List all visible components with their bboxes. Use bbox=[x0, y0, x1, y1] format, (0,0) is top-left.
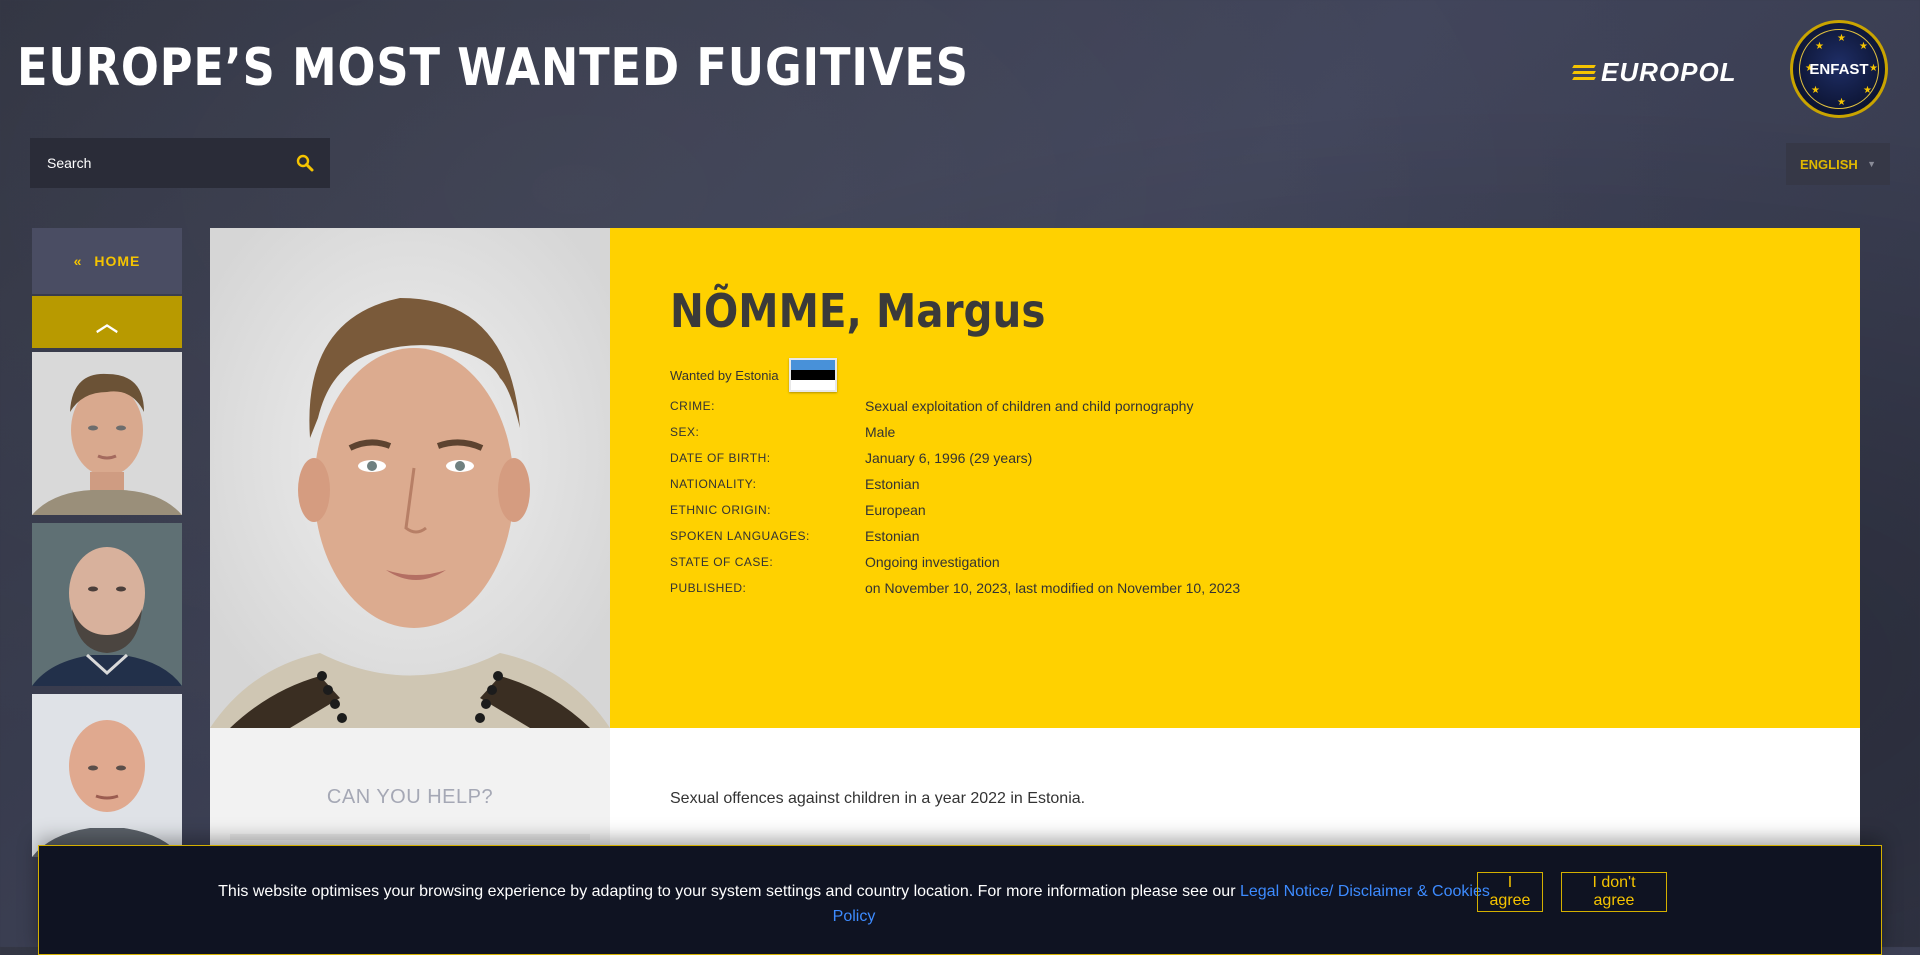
fact-row-crime: CRIME: Sexual exploitation of children a… bbox=[670, 393, 1240, 419]
sidebar: « HOME ︿ bbox=[32, 228, 182, 857]
fact-value: Estonian bbox=[865, 528, 920, 544]
cookie-banner: This website optimises your browsing exp… bbox=[38, 845, 1882, 955]
cookie-message-text: This website optimises your browsing exp… bbox=[218, 883, 1240, 900]
fact-row-published: PUBLISHED: on November 10, 2023, last mo… bbox=[670, 575, 1240, 601]
case-description: Sexual offences against children in a ye… bbox=[670, 790, 1086, 807]
fact-value: European bbox=[865, 502, 926, 518]
cookie-message: This website optimises your browsing exp… bbox=[209, 879, 1499, 929]
fugitive-name: NÕMME, Margus bbox=[670, 284, 1046, 338]
fugitive-profile-card: NÕMME, Margus Wanted by Estonia CRIME: S… bbox=[210, 228, 1860, 947]
search-box bbox=[30, 138, 330, 188]
search-icon[interactable] bbox=[295, 153, 315, 173]
page-title: EUROPE’S MOST WANTED FUGITIVES bbox=[17, 38, 969, 98]
caret-down-icon: ▼ bbox=[1867, 159, 1876, 169]
flag-band bbox=[790, 370, 835, 380]
fugitive-facts-table: CRIME: Sexual exploitation of children a… bbox=[670, 393, 1240, 601]
language-selected: ENGLISH bbox=[1800, 156, 1858, 172]
fugitive-thumbnail[interactable] bbox=[32, 694, 182, 857]
fact-value: Sexual exploitation of children and chil… bbox=[865, 398, 1194, 414]
fact-label: PUBLISHED: bbox=[670, 581, 747, 595]
europol-logo[interactable]: EUROPOL bbox=[1572, 56, 1737, 87]
europol-mark-icon bbox=[1572, 63, 1596, 81]
disagree-button[interactable]: I don't agree bbox=[1561, 872, 1667, 912]
home-label: HOME bbox=[94, 253, 141, 269]
can-you-help-title: CAN YOU HELP? bbox=[326, 786, 494, 808]
chevron-up-icon: ︿ bbox=[95, 311, 118, 336]
fact-value: Male bbox=[865, 424, 896, 440]
fact-row-date-of-birth: DATE OF BIRTH: January 6, 1996 (29 years… bbox=[670, 445, 1240, 471]
europol-logo-text: EUROPOL bbox=[1601, 56, 1737, 87]
fact-label: CRIME: bbox=[670, 399, 715, 413]
fact-value: on November 10, 2023, last modified on N… bbox=[865, 580, 1241, 596]
fugitive-thumbnail[interactable] bbox=[32, 523, 182, 686]
wanted-by-label: Wanted by Estonia bbox=[670, 367, 779, 383]
estonia-flag-icon bbox=[788, 358, 837, 392]
fact-label: ETHNIC ORIGIN: bbox=[670, 503, 772, 517]
scroll-up-button[interactable]: ︿ bbox=[32, 296, 182, 348]
search-input[interactable] bbox=[45, 154, 295, 172]
fact-row-state-of-case: STATE OF CASE: Ongoing investigation bbox=[670, 549, 1240, 575]
fact-label: SPOKEN LANGUAGES: bbox=[670, 529, 810, 543]
fact-value: Estonian bbox=[865, 476, 920, 492]
double-chevron-left-icon: « bbox=[73, 253, 83, 269]
fact-row-spoken-languages: SPOKEN LANGUAGES: Estonian bbox=[670, 523, 1240, 549]
fact-value: Ongoing investigation bbox=[865, 554, 1000, 570]
fugitive-info-panel: NÕMME, Margus Wanted by Estonia CRIME: S… bbox=[610, 228, 1860, 728]
enfast-logo[interactable]: ★ ★ ★ ★ ★ ★ ★ ★ ENFAST bbox=[1790, 20, 1888, 118]
fact-label: STATE OF CASE: bbox=[670, 555, 774, 569]
fact-value: January 6, 1996 (29 years) bbox=[865, 450, 1033, 466]
fugitive-thumbnail[interactable] bbox=[32, 352, 182, 515]
fugitive-photo bbox=[210, 228, 610, 728]
help-divider bbox=[230, 834, 590, 840]
fact-label: DATE OF BIRTH: bbox=[670, 451, 771, 465]
fact-row-ethnic-origin: ETHNIC ORIGIN: European bbox=[670, 497, 1240, 523]
flag-band bbox=[790, 360, 835, 370]
home-button[interactable]: « HOME bbox=[32, 228, 182, 294]
fact-row-sex: SEX: Male bbox=[670, 419, 1240, 445]
fact-label: NATIONALITY: bbox=[670, 477, 757, 491]
wanted-by: Wanted by Estonia bbox=[670, 358, 837, 392]
enfast-logo-text: ENFAST bbox=[1809, 60, 1869, 78]
flag-band bbox=[790, 380, 835, 390]
fact-row-nationality: NATIONALITY: Estonian bbox=[670, 471, 1240, 497]
fact-label: SEX: bbox=[670, 425, 700, 439]
agree-button[interactable]: I agree bbox=[1477, 872, 1543, 912]
language-selector[interactable]: ENGLISH ▼ bbox=[1786, 143, 1890, 185]
